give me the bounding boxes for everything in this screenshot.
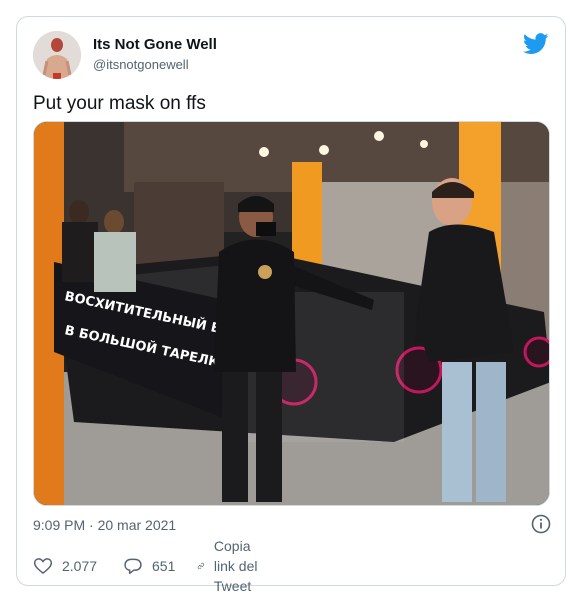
- info-icon[interactable]: [531, 514, 551, 534]
- heart-icon: [33, 558, 53, 575]
- avatar-photo: [33, 31, 81, 79]
- tweet-text: Put your mask on ffs: [33, 93, 206, 114]
- like-count: 2.077: [62, 558, 98, 574]
- tweet-card[interactable]: Its Not Gone Well @itsnotgonewell Put yo…: [16, 16, 566, 594]
- tweet-video[interactable]: ВОСХИТИТЕЛЬНЫЙ ВКУС В БОЛЬШОЙ ТАРЕЛКЕ: [33, 121, 550, 506]
- reply-count: 651: [152, 558, 176, 574]
- link-icon: [197, 562, 205, 570]
- author-handle[interactable]: @itsnotgonewell: [93, 56, 217, 74]
- tweet-header: Its Not Gone Well @itsnotgonewell: [33, 31, 549, 79]
- author-display-name[interactable]: Its Not Gone Well: [93, 35, 217, 55]
- twitter-bird-icon[interactable]: [523, 33, 549, 55]
- video-frame: ВОСХИТИТЕЛЬНЫЙ ВКУС В БОЛЬШОЙ ТАРЕЛКЕ: [34, 122, 549, 505]
- tweet-timestamp[interactable]: 9:09 PM · 20 mar 2021: [33, 515, 176, 535]
- copy-link-label: Copia link del Tweet: [213, 538, 258, 594]
- copy-link-button[interactable]: Copia link del Tweet: [197, 538, 263, 594]
- reply-button[interactable]: 651: [123, 555, 175, 577]
- like-button[interactable]: 2.077: [33, 555, 97, 577]
- avatar[interactable]: [33, 31, 81, 79]
- reply-icon: [124, 558, 142, 575]
- author-block: Its Not Gone Well @itsnotgonewell: [93, 35, 217, 74]
